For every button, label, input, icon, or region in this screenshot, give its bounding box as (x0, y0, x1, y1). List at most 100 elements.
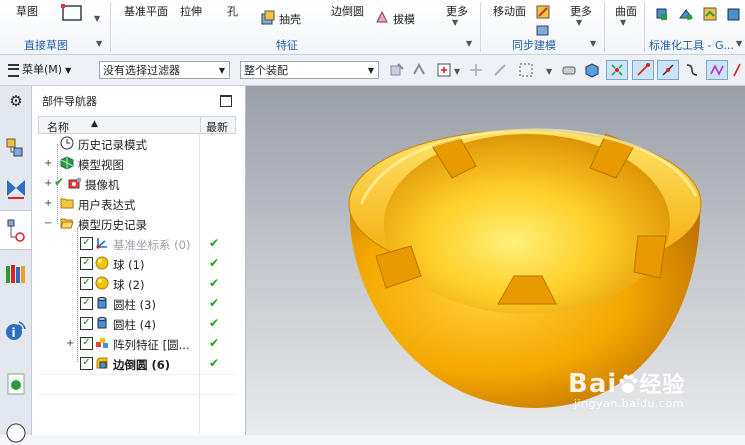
chevron-down-icon[interactable]: ▼ (96, 39, 102, 48)
visibility-checkbox[interactable]: ✓ (80, 357, 93, 370)
visibility-checkbox[interactable]: ✓ (80, 337, 93, 350)
chevron-down-icon: ▼ (367, 66, 374, 75)
eraser-icon[interactable] (561, 62, 577, 78)
expand-icon[interactable]: + (66, 338, 74, 349)
shell-icon[interactable] (260, 10, 276, 26)
resource-bar: ⚙ i (0, 86, 32, 443)
datum-plane-button[interactable]: 基准平面 (124, 3, 168, 19)
reuse-library-icon[interactable] (4, 262, 28, 286)
draft-button[interactable]: 拔模 (393, 11, 415, 27)
chevron-down-icon[interactable]: ▼ (590, 39, 596, 48)
tab-part-navigator[interactable] (0, 210, 31, 250)
selection-filter-dropdown[interactable]: 没有选择过滤器 ▼ (99, 61, 230, 79)
rectangle-icon[interactable] (60, 3, 84, 23)
std-tool-icon-3[interactable] (702, 6, 718, 22)
maximize-icon[interactable] (220, 95, 232, 107)
menu-button[interactable]: 菜单(M) ▼ (8, 61, 71, 77)
visibility-checkbox[interactable]: ✓ (80, 297, 93, 310)
up-to-date-check-icon: ✔ (209, 336, 220, 350)
clock-icon (60, 136, 74, 150)
tree-row-model-views[interactable]: + 模型视图 (38, 154, 236, 174)
general-select-icon[interactable] (389, 62, 405, 78)
chevron-down-icon[interactable]: ▼ (454, 67, 460, 76)
info-icon[interactable]: i (4, 318, 28, 342)
tree-row-cameras[interactable]: + ✔ 摄像机 (38, 174, 236, 194)
surface-button[interactable]: 曲面 (615, 3, 637, 19)
tree-row-cylinder-4[interactable]: ✓ 圆柱 (4) ✔ (38, 314, 236, 334)
column-latest-header[interactable]: 最新 (206, 119, 228, 135)
group-std-tools: 标准化工具 - G... (649, 39, 734, 52)
visibility-checkbox[interactable]: ✓ (80, 257, 93, 270)
midpoint-snap-toggle[interactable] (657, 60, 679, 80)
expand-icon[interactable]: + (44, 178, 52, 189)
settings-gear-icon[interactable]: ⚙ (4, 90, 28, 114)
history-icon[interactable] (4, 372, 28, 396)
chevron-down-icon[interactable]: ▼ (576, 18, 582, 27)
tree-row-user-expressions[interactable]: + 用户表达式 (38, 194, 236, 214)
part-navigator-panel: 部件导航器 名称 ▲ 最新 历史记录模式 + 模型视图 + ✔ 摄像机 + 用户… (32, 86, 246, 435)
snap-icon[interactable] (492, 62, 508, 78)
std-tool-icon-2[interactable] (678, 6, 694, 22)
tree-row-cylinder-3[interactable]: ✓ 圆柱 (3) ✔ (38, 294, 236, 314)
tree-row-history-mode[interactable]: 历史记录模式 (38, 134, 236, 154)
box-select-icon[interactable] (518, 62, 534, 78)
more-button[interactable]: 更多 (446, 3, 468, 19)
std-tool-icon-4[interactable] (726, 6, 742, 22)
offset-face-icon[interactable] (535, 22, 551, 38)
feature-select-icon[interactable] (411, 62, 427, 78)
visibility-checkbox[interactable]: ✓ (80, 277, 93, 290)
chevron-down-icon[interactable]: ▼ (620, 18, 626, 27)
assembly-scope-dropdown[interactable]: 整个装配 ▼ (240, 61, 379, 79)
more-snap-icon[interactable] (732, 62, 745, 78)
expand-icon[interactable]: + (44, 158, 52, 169)
tree-row-edge-blend[interactable]: ✓ 边倒圆 (6) ✔ (38, 354, 236, 374)
visibility-checkbox[interactable]: ✓ (80, 317, 93, 330)
collapse-icon[interactable]: − (44, 218, 52, 229)
folder-icon (60, 198, 74, 209)
endpoint-snap-toggle[interactable] (632, 60, 654, 80)
tree-row-datum-csys[interactable]: ✓ 基准坐标系 (0) ✔ (38, 234, 236, 254)
sync-icon[interactable] (535, 4, 551, 20)
shell-button[interactable]: 抽壳 (279, 11, 301, 27)
cube-icon[interactable] (584, 62, 600, 78)
sketch-button[interactable]: 草图 (16, 3, 38, 19)
chevron-down-icon[interactable]: ▼ (452, 18, 458, 27)
graphics-viewport[interactable]: Bai 经验 jingyan.baidu.com (246, 86, 745, 435)
edge-blend-button[interactable]: 边倒圆 (331, 3, 364, 19)
tree-connector (77, 228, 79, 362)
edge-blend-icon (96, 357, 108, 369)
chevron-down-icon[interactable]: ▼ (736, 39, 742, 48)
move-face-button[interactable]: 移动面 (493, 3, 526, 19)
tree-connector (57, 144, 59, 224)
intersection-snap-toggle[interactable] (706, 60, 728, 80)
draft-icon[interactable] (374, 9, 390, 25)
chevron-down-icon[interactable]: ▼ (546, 67, 552, 76)
tree-row-pattern-feature[interactable]: + ✓ 阵列特征 [圆... ✔ (38, 334, 236, 354)
chevron-down-icon[interactable]: ▼ (94, 14, 100, 23)
snap-point-icon[interactable] (436, 62, 452, 78)
ribbon-divider (480, 2, 481, 52)
assembly-navigator-icon[interactable] (4, 136, 28, 160)
more-button-2[interactable]: 更多 (570, 3, 592, 19)
expand-icon[interactable]: + (44, 198, 52, 209)
model-view-icon (60, 156, 74, 170)
std-tool-icon-1[interactable] (654, 6, 670, 22)
tree-row-sphere-1[interactable]: ✓ 球 (1) ✔ (38, 254, 236, 274)
selection-toolbar: 菜单(M) ▼ 没有选择过滤器 ▼ 整个装配 ▼ ▼ ▼ (0, 55, 745, 86)
extrude-button[interactable]: 拉伸 (180, 3, 202, 19)
visibility-checkbox[interactable]: ✓ (80, 237, 93, 250)
vertex-snap-toggle[interactable] (606, 60, 628, 80)
hole-button[interactable]: 孔 (227, 3, 238, 19)
group-direct-sketch: 直接草图 (24, 39, 68, 52)
constraint-navigator-icon[interactable] (4, 176, 28, 200)
tree-row-sphere-2[interactable]: ✓ 球 (2) ✔ (38, 274, 236, 294)
chevron-down-icon[interactable]: ▼ (466, 39, 472, 48)
curve-snap-icon[interactable] (684, 62, 700, 78)
clock-tab-icon[interactable] (4, 421, 28, 445)
cylinder-icon (97, 316, 107, 329)
column-name-header[interactable]: 名称 (47, 119, 69, 135)
endpoint-snap-icon (637, 63, 650, 76)
sort-ascending-icon[interactable]: ▲ (91, 119, 98, 129)
point-icon[interactable] (468, 62, 484, 78)
tree-row-model-history[interactable]: − 模型历史记录 (38, 214, 236, 234)
